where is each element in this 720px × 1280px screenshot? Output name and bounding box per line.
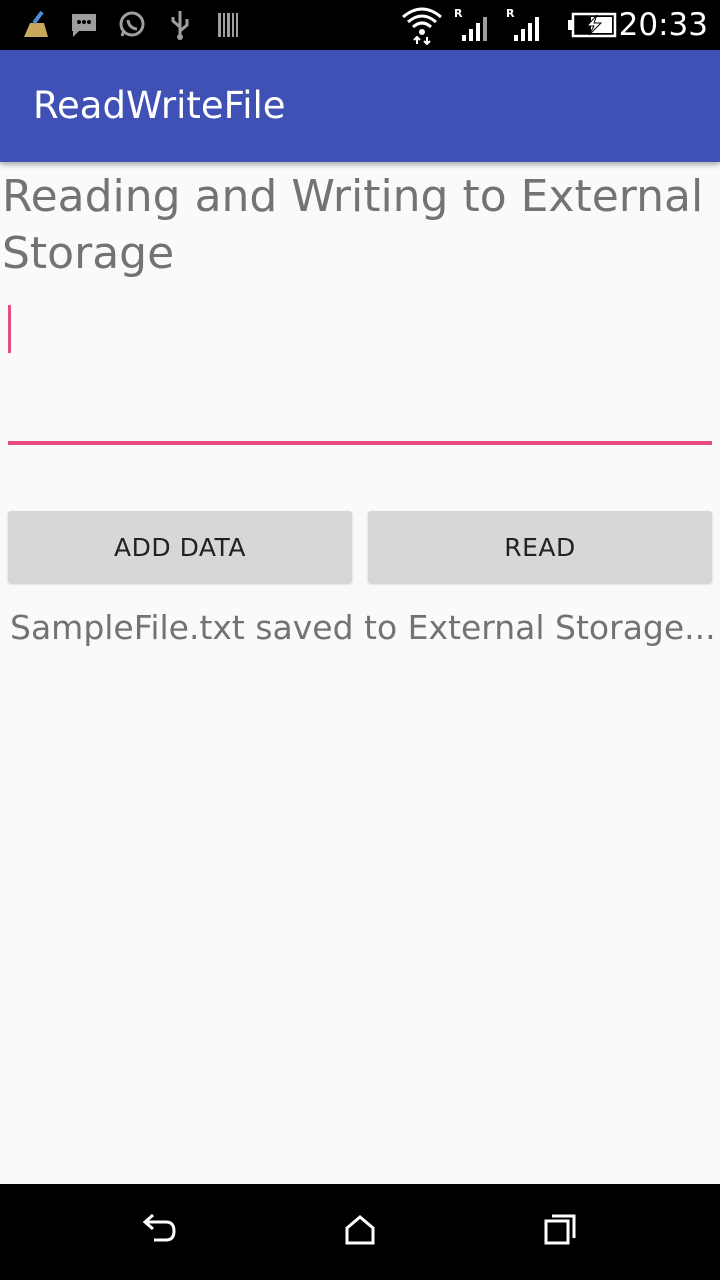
recents-button[interactable] (510, 1184, 610, 1280)
input-underline (8, 441, 712, 445)
signal-r-icon: R (452, 0, 494, 50)
svg-text:R: R (506, 7, 515, 20)
home-icon (342, 1212, 378, 1252)
battery-charging-icon (566, 0, 618, 50)
add-data-button[interactable]: ADD DATA (8, 511, 352, 583)
data-input-field[interactable] (8, 300, 712, 445)
whatsapp-icon (116, 0, 148, 50)
back-button[interactable] (110, 1184, 210, 1280)
status-bar: R R 20:33 (0, 0, 720, 50)
recents-icon (542, 1212, 578, 1252)
page-heading: Reading and Writing to External Storage (2, 171, 704, 279)
status-message: SampleFile.txt saved to External Storage… (10, 608, 716, 647)
text-cursor (8, 305, 11, 353)
chat-icon (68, 0, 100, 50)
signal-r-icon: R (504, 0, 546, 50)
wifi-icon (400, 0, 444, 50)
svg-text:R: R (454, 7, 463, 20)
app-title: ReadWriteFile (33, 84, 286, 127)
usb-icon (166, 0, 194, 50)
app-bar: ReadWriteFile (0, 50, 720, 162)
home-button[interactable] (310, 1184, 410, 1280)
back-icon (140, 1212, 180, 1252)
status-time: 20:33 (618, 7, 708, 43)
barcode-icon (216, 0, 240, 50)
navigation-bar (0, 1184, 720, 1280)
cleaner-icon (20, 0, 52, 50)
read-button[interactable]: READ (368, 511, 712, 583)
